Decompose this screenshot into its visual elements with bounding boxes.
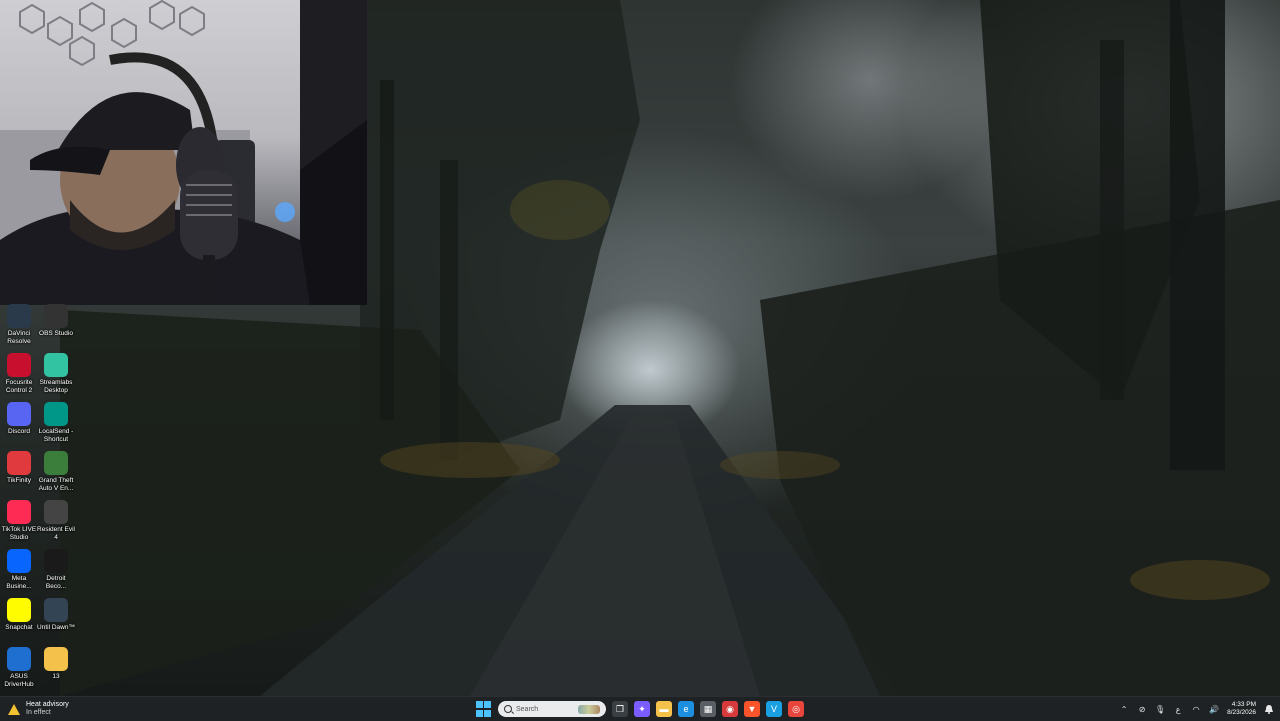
desktop-shortcut-label: ASUS DriverHub: [4, 673, 34, 688]
microphone-icon[interactable]: 🎙: [1155, 704, 1165, 714]
search-icon: [504, 705, 512, 713]
desktop-shortcut[interactable]: TikTok LIVE Studio: [0, 500, 38, 542]
desktop-shortcut[interactable]: Detroit Beco...: [37, 549, 75, 591]
obs-studio-icon: [44, 304, 68, 328]
network-off-icon[interactable]: ⊘: [1137, 704, 1147, 714]
folder-icon: [44, 647, 68, 671]
desktop-shortcut-label: TikTok LIVE Studio: [1, 526, 37, 541]
clock-time: 4:33 PM: [1231, 701, 1256, 708]
taskbar-center: Search ❐ ✦ ▬ e ▦ ◉ ▼ V ◎: [476, 699, 804, 719]
microsoft-store-icon[interactable]: ▦: [700, 701, 716, 717]
focusrite-icon: [7, 353, 31, 377]
notification-bell-icon[interactable]: [1264, 704, 1274, 714]
file-explorer-icon[interactable]: ▬: [656, 701, 672, 717]
desktop-shortcut[interactable]: 13: [37, 647, 75, 681]
desktop-shortcut[interactable]: DaVinci Resolve: [0, 304, 38, 346]
desktop-shortcut[interactable]: Snapchat: [0, 598, 38, 632]
desktop-shortcut-label: Streamlabs Desktop: [39, 379, 73, 394]
weather-widget[interactable]: Heat advisory In effect: [8, 700, 69, 718]
desktop-shortcut-label: Until Dawn™: [37, 624, 75, 631]
desktop-shortcut[interactable]: Until Dawn™: [37, 598, 75, 632]
tiktok-live-icon: [7, 500, 31, 524]
davinci-resolve-icon: [7, 304, 31, 328]
task-view-icon[interactable]: ❐: [612, 701, 628, 717]
language-indicator[interactable]: ع: [1173, 704, 1183, 714]
meta-business-icon: [7, 549, 31, 573]
asus-driverhub-icon: [7, 647, 31, 671]
chevron-up-icon[interactable]: ⌃: [1119, 704, 1129, 714]
desktop-shortcut-label: Grand Theft Auto V En...: [38, 477, 74, 492]
discord-icon: [7, 402, 31, 426]
clock[interactable]: 4:33 PM 8/23/2026: [1227, 701, 1256, 717]
search-highlight-image: [578, 704, 600, 714]
desktop-shortcut-label: DaVinci Resolve: [7, 330, 31, 345]
clock-date: 8/23/2026: [1227, 709, 1256, 716]
until-dawn-icon: [44, 598, 68, 622]
search-placeholder: Search: [516, 705, 539, 713]
copilot-icon[interactable]: ✦: [634, 701, 650, 717]
system-tray: ⌃ ⊘ 🎙 ع ◠ 🔊 4:33 PM 8/23/2026: [1119, 699, 1274, 719]
desktop-shortcut[interactable]: Streamlabs Desktop: [37, 353, 75, 395]
weather-subtitle: In effect: [26, 709, 51, 716]
wifi-icon[interactable]: ◠: [1191, 704, 1201, 714]
desktop-shortcut[interactable]: Resident Evil 4: [37, 500, 75, 542]
tikfinity-icon: [7, 451, 31, 475]
desktop-shortcut-label: Resident Evil 4: [37, 526, 75, 541]
desktop-shortcut[interactable]: Grand Theft Auto V En...: [37, 451, 75, 493]
desktop-shortcut-label: 13: [52, 673, 60, 680]
desktop-shortcut[interactable]: Discord: [0, 402, 38, 436]
brave-icon[interactable]: ▼: [744, 701, 760, 717]
warning-icon: [8, 703, 20, 715]
weather-title: Heat advisory: [26, 701, 69, 708]
snapchat-icon: [7, 598, 31, 622]
chrome-icon[interactable]: ◎: [788, 701, 804, 717]
start-button[interactable]: [476, 701, 492, 717]
desktop-shortcut[interactable]: OBS Studio: [37, 304, 75, 338]
streamlabs-icon: [44, 353, 68, 377]
desktop-shortcut[interactable]: Focusrite Control 2: [0, 353, 38, 395]
desktop-shortcut-label: Focusrite Control 2: [5, 379, 33, 394]
desktop-shortcut[interactable]: LocalSend - Shortcut: [37, 402, 75, 444]
localsend-icon: [44, 402, 68, 426]
desktop-shortcut[interactable]: ASUS DriverHub: [0, 647, 38, 689]
resident-evil-icon: [44, 500, 68, 524]
detroit-icon: [44, 549, 68, 573]
desktop-shortcut-label: Meta Busine...: [6, 575, 32, 590]
desktop-shortcut[interactable]: Meta Busine...: [0, 549, 38, 591]
vectorworks-icon[interactable]: V: [766, 701, 782, 717]
screen-recorder-icon[interactable]: ◉: [722, 701, 738, 717]
pinned-apps: ❐ ✦ ▬ e ▦ ◉ ▼ V ◎: [612, 701, 804, 717]
desktop-shortcut-label: OBS Studio: [39, 330, 73, 337]
gta-v-icon: [44, 451, 68, 475]
taskbar: Heat advisory In effect Search ❐ ✦ ▬ e ▦ ◉ ▼ V ◎…: [0, 696, 1280, 721]
taskbar-search[interactable]: Search: [498, 701, 606, 717]
webcam-overlay: [0, 0, 367, 305]
desktop-shortcut-label: Snapchat: [5, 624, 33, 631]
desktop-shortcut-label: TikFinity: [7, 477, 31, 484]
desktop-shortcut-label: LocalSend - Shortcut: [38, 428, 74, 443]
edge-icon[interactable]: e: [678, 701, 694, 717]
volume-icon[interactable]: 🔊: [1209, 704, 1219, 714]
desktop-shortcut[interactable]: TikFinity: [0, 451, 38, 485]
desktop-shortcut-label: Discord: [7, 428, 31, 435]
desktop-shortcut-label: Detroit Beco...: [45, 575, 67, 590]
